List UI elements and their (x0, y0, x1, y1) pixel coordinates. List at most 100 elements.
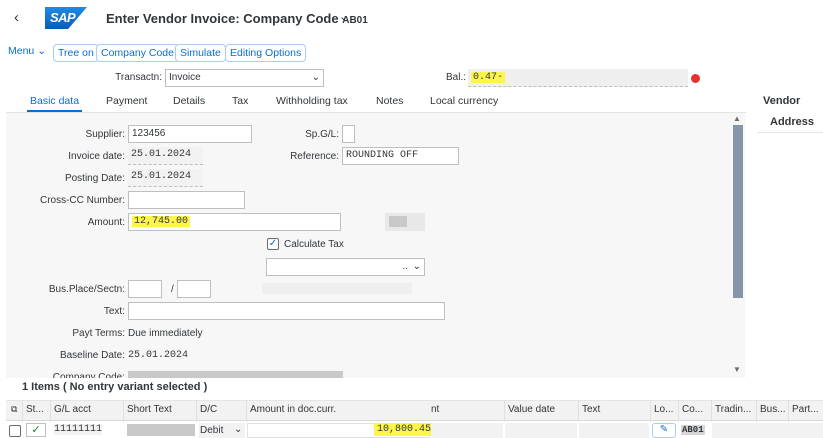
amount-value: 12,745.00 (132, 216, 191, 227)
transaction-value: Invoice (169, 72, 201, 83)
page-title: Enter Vendor Invoice: Company Code AB01 (106, 11, 368, 26)
reference-label: Reference: (290, 151, 339, 162)
tab-basic-data[interactable]: Basic data (30, 95, 79, 107)
bus-place-label: Bus.Place/Sectn: (48, 284, 125, 295)
col-status[interactable]: St... (26, 404, 44, 415)
col-short-text[interactable]: Short Text (127, 404, 172, 415)
row-trailing-cells (712, 423, 823, 438)
baseline-date-label: Baseline Date: (59, 350, 125, 361)
text-label: Text: (103, 306, 125, 317)
cross-cc-input[interactable] (128, 191, 245, 209)
scroll-up-icon[interactable]: ▲ (733, 114, 741, 123)
page-title-text: Enter Vendor Invoice: Company Code (106, 11, 339, 26)
supplier-input[interactable]: 123456 (128, 125, 252, 143)
tab-local-currency[interactable]: Local currency (430, 95, 498, 107)
title-chevron-down-icon[interactable]: ⌄ (339, 10, 348, 23)
items-title: 1 Items ( No entry variant selected ) (22, 381, 208, 393)
col-text[interactable]: Text (582, 404, 600, 415)
posting-date-value: 25.01.2024 (131, 171, 192, 182)
amount-label: Amount: (87, 217, 125, 228)
row-value-date-cell[interactable] (505, 423, 577, 438)
tax-code-select[interactable]: .. ⌄ (266, 258, 425, 276)
form-scrollbar-thumb[interactable] (733, 125, 743, 298)
tab-tax[interactable]: Tax (232, 95, 248, 107)
balance-label: Bal.: (445, 72, 466, 83)
balance-field: 0.47- (468, 69, 688, 87)
payt-terms-label: Payt Terms: (72, 328, 125, 339)
row-dc-value: Debit (200, 425, 224, 436)
spgl-input[interactable] (342, 125, 355, 143)
row-gl-acct[interactable]: 11111111 (54, 424, 103, 435)
cross-cc-label: Cross-CC Number: (39, 195, 125, 206)
address-tab[interactable]: Address (770, 116, 814, 128)
baseline-date-value: 25.01.2024 (128, 350, 189, 361)
back-icon[interactable]: ‹ (14, 9, 19, 26)
company-code-button[interactable]: Company Code (96, 44, 179, 62)
tax-code-value: .. (402, 261, 408, 272)
tab-notes[interactable]: Notes (376, 95, 403, 107)
logo-text: SAP (50, 10, 76, 25)
col-gl-acct[interactable]: G/L acct (54, 404, 91, 415)
reference-input[interactable]: ROUNDING OFF (342, 147, 459, 165)
editing-options-button[interactable]: Editing Options (225, 44, 307, 62)
bus-place-description (262, 283, 412, 294)
col-amount-local[interactable]: nt (431, 404, 439, 415)
row-dc-select[interactable]: Debit ⌄ (199, 423, 245, 438)
text-input[interactable] (128, 302, 445, 320)
address-divider (757, 132, 823, 133)
section-input[interactable] (177, 280, 211, 298)
reference-value: ROUNDING OFF (346, 150, 419, 161)
invoice-date-label: Invoice date: (68, 151, 125, 162)
col-dc[interactable]: D/C (200, 404, 217, 415)
tab-payment[interactable]: Payment (106, 95, 147, 107)
col-amount[interactable]: Amount in doc.curr. (250, 404, 336, 415)
col-bus-area[interactable]: Bus... (760, 404, 786, 415)
calculate-tax-checkbox[interactable]: ✓ (267, 238, 279, 250)
tab-details[interactable]: Details (173, 95, 205, 107)
col-lo[interactable]: Lo... (654, 404, 673, 415)
amount-input[interactable]: 12,745.00 (128, 213, 341, 231)
tree-on-button[interactable]: Tree on (53, 44, 99, 62)
calculate-tax-label: Calculate Tax (284, 239, 344, 250)
select-all-icon[interactable]: ⧉ (11, 404, 17, 415)
scroll-down-icon[interactable]: ▼ (733, 365, 741, 374)
row-long-text-icon[interactable]: ✎ (652, 423, 676, 438)
balance-status-icon (691, 74, 700, 83)
currency-redacted-block (389, 216, 407, 227)
menu-chevron-down-icon: ⌄ (37, 45, 46, 57)
invoice-date-input[interactable]: 25.01.2024 (128, 147, 203, 165)
payt-terms-value: Due immediately (128, 328, 203, 339)
row-dc-chevron-down-icon: ⌄ (234, 424, 243, 435)
simulate-button[interactable]: Simulate (175, 44, 226, 62)
currency-field[interactable] (385, 213, 425, 231)
row-company-code: AB01 (681, 425, 705, 435)
vendor-heading: Vendor (763, 95, 801, 107)
company-code-redacted-block (128, 371, 343, 378)
col-value-date[interactable]: Value date (508, 404, 555, 415)
col-company-code[interactable]: Co... (682, 404, 703, 415)
invoice-date-value: 25.01.2024 (131, 149, 192, 160)
balance-value: 0.47- (471, 72, 506, 83)
company-code-label: Company Code: (52, 372, 125, 378)
col-trading-partner[interactable]: Tradin... (715, 404, 751, 415)
posting-date-input[interactable]: 25.01.2024 (128, 169, 203, 187)
posting-date-label: Posting Date: (64, 173, 125, 184)
row-text-cell[interactable] (579, 423, 649, 438)
supplier-value: 123456 (132, 128, 166, 139)
menu-button-label: Menu (8, 45, 35, 57)
transaction-chevron-down-icon: ⌄ (311, 72, 320, 83)
supplier-label: Supplier: (85, 129, 125, 140)
tax-code-chevron-down-icon: ⌄ (412, 261, 421, 272)
row-status-check-icon[interactable]: ✓ (26, 423, 46, 437)
bus-place-input[interactable] (128, 280, 162, 298)
row-short-text-redacted-block (127, 424, 195, 436)
spgl-label: Sp.G/L: (305, 129, 339, 140)
transaction-select[interactable]: Invoice ⌄ (165, 69, 324, 87)
row-amount-value: 10,800.45 (374, 423, 435, 436)
col-partner[interactable]: Part... (792, 404, 819, 415)
tab-withholding-tax[interactable]: Withholding tax (276, 95, 348, 107)
menu-button[interactable]: Menu ⌄ (8, 45, 46, 57)
bus-place-separator: / (171, 284, 174, 295)
row-amount-local-cell (431, 423, 503, 438)
row-select-checkbox[interactable] (9, 425, 21, 437)
